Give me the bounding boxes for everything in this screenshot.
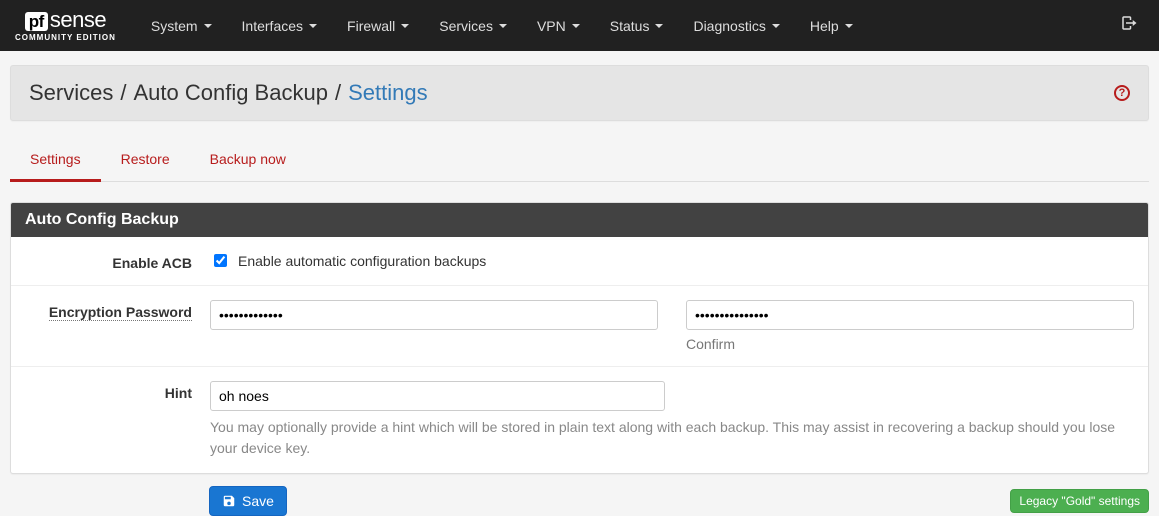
- breadcrumb-sep: /: [120, 80, 126, 106]
- nav-item-interfaces[interactable]: Interfaces: [227, 3, 332, 49]
- settings-panel: Auto Config Backup Enable ACB Enable aut…: [10, 202, 1149, 474]
- row-enable-acb: Enable ACB Enable automatic configuratio…: [11, 237, 1148, 285]
- nav-label: Status: [610, 18, 650, 34]
- hint-label: Hint: [25, 381, 210, 459]
- legacy-gold-button[interactable]: Legacy "Gold" settings: [1010, 489, 1149, 513]
- enable-acb-checkbox[interactable]: [214, 254, 227, 267]
- legacy-gold-label: Legacy "Gold" settings: [1019, 494, 1140, 508]
- encryption-password-confirm-input[interactable]: [686, 300, 1134, 330]
- caret-icon: [655, 24, 663, 28]
- save-button-label: Save: [242, 493, 274, 509]
- save-button[interactable]: Save: [209, 486, 287, 516]
- nav-item-help[interactable]: Help: [795, 3, 868, 49]
- confirm-label: Confirm: [686, 336, 1134, 352]
- save-icon: [222, 494, 236, 508]
- nav-item-diagnostics[interactable]: Diagnostics: [678, 3, 794, 49]
- nav-label: Firewall: [347, 18, 395, 34]
- nav-menu: System Interfaces Firewall Services VPN …: [136, 3, 1114, 49]
- breadcrumb-sep: /: [335, 80, 341, 106]
- nav-label: VPN: [537, 18, 566, 34]
- breadcrumb-services[interactable]: Services: [29, 80, 113, 106]
- top-navbar: pf sense COMMUNITY EDITION System Interf…: [0, 0, 1159, 51]
- brand-pf: pf: [25, 12, 48, 31]
- enable-acb-option[interactable]: Enable automatic configuration backups: [210, 251, 1134, 270]
- row-encryption-password: Encryption Password Confirm: [11, 285, 1148, 366]
- encryption-password-label: Encryption Password: [49, 304, 192, 321]
- breadcrumb: Services / Auto Config Backup / Settings: [29, 80, 428, 106]
- brand-edition: COMMUNITY EDITION: [15, 34, 116, 42]
- caret-icon: [309, 24, 317, 28]
- nav-label: Services: [439, 18, 493, 34]
- row-hint: Hint You may optionally provide a hint w…: [11, 366, 1148, 473]
- nav-item-vpn[interactable]: VPN: [522, 3, 595, 49]
- hint-input[interactable]: [210, 381, 665, 411]
- nav-label: Help: [810, 18, 839, 34]
- nav-label: Diagnostics: [693, 18, 765, 34]
- encryption-password-input[interactable]: [210, 300, 658, 330]
- nav-item-firewall[interactable]: Firewall: [332, 3, 424, 49]
- nav-label: System: [151, 18, 198, 34]
- brand-sense: sense: [50, 9, 106, 31]
- breadcrumb-settings: Settings: [348, 80, 428, 106]
- tab-restore[interactable]: Restore: [101, 141, 190, 181]
- caret-icon: [772, 24, 780, 28]
- help-icon[interactable]: ?: [1114, 85, 1130, 101]
- nav-label: Interfaces: [242, 18, 303, 34]
- enable-acb-text: Enable automatic configuration backups: [238, 253, 486, 269]
- brand-logo[interactable]: pf sense COMMUNITY EDITION: [15, 9, 116, 42]
- enable-acb-label: Enable ACB: [25, 251, 210, 271]
- tabs: Settings Restore Backup now: [10, 141, 1149, 182]
- caret-icon: [572, 24, 580, 28]
- caret-icon: [499, 24, 507, 28]
- caret-icon: [401, 24, 409, 28]
- tab-backup-now[interactable]: Backup now: [190, 141, 306, 181]
- breadcrumb-acb[interactable]: Auto Config Backup: [133, 80, 327, 106]
- panel-title: Auto Config Backup: [11, 203, 1148, 237]
- tab-settings[interactable]: Settings: [10, 141, 101, 182]
- hint-help-text: You may optionally provide a hint which …: [210, 417, 1134, 459]
- caret-icon: [204, 24, 212, 28]
- nav-item-status[interactable]: Status: [595, 3, 679, 49]
- logout-icon[interactable]: [1114, 8, 1144, 43]
- page-header: Services / Auto Config Backup / Settings…: [10, 65, 1149, 121]
- nav-item-system[interactable]: System: [136, 3, 227, 49]
- button-row: Save Legacy "Gold" settings: [10, 486, 1149, 516]
- caret-icon: [845, 24, 853, 28]
- nav-item-services[interactable]: Services: [424, 3, 522, 49]
